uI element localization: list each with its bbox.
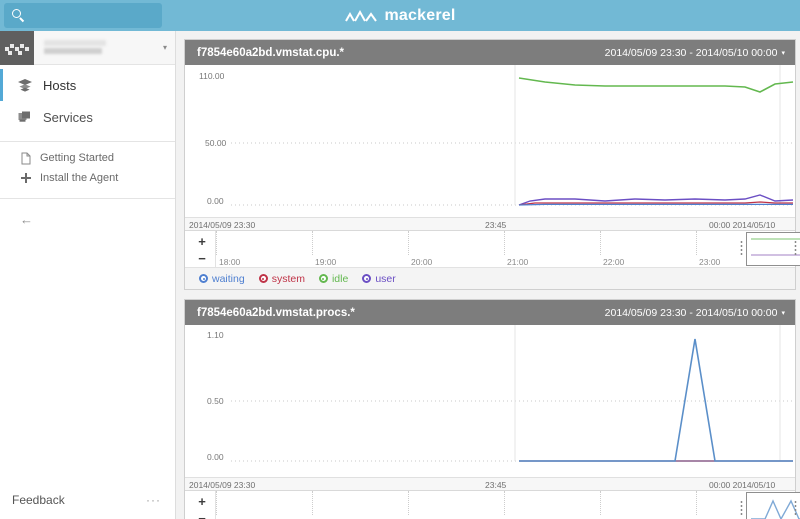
svg-text:0.00: 0.00 — [207, 452, 224, 462]
sidebar-item-label: Services — [43, 109, 93, 125]
svg-text:0.50: 0.50 — [207, 396, 224, 406]
sidebar-item-install-agent[interactable]: Install the Agent — [0, 168, 175, 188]
slider-selection-window[interactable] — [746, 492, 800, 519]
xaxis-label: 00:00 2014/05/10 — [709, 480, 776, 490]
svg-text:0.00: 0.00 — [207, 196, 224, 206]
plus-icon — [20, 172, 34, 185]
slider-handle-right[interactable] — [794, 240, 797, 256]
search-box[interactable] — [4, 3, 162, 28]
sidebar-sub-label: Getting Started — [40, 152, 114, 164]
slider-hour-label: 22:00 — [603, 257, 625, 267]
graph-card-cpu: f7854e60a2bd.vmstat.cpu.* 2014/05/09 23:… — [184, 39, 800, 290]
legend-label: idle — [331, 272, 349, 285]
search-icon — [12, 9, 25, 23]
graph-range-label: 2014/05/09 23:30 - 2014/05/10 00:00 — [604, 46, 778, 59]
slider-handle-left[interactable] — [740, 240, 743, 256]
legend-label: user — [375, 272, 396, 285]
layers-icon — [17, 77, 35, 93]
graph-card-header: f7854e60a2bd.vmstat.procs.* 2014/05/09 2… — [185, 300, 795, 325]
graph-xaxis-cpu: 2014/05/09 23:30 23:45 00:00 2014/05/10 — [185, 217, 795, 230]
zoom-out-button[interactable]: − — [198, 250, 206, 267]
legend-item-system[interactable]: system — [258, 272, 305, 285]
slider-hour-label: 20:00 — [411, 257, 433, 267]
feedback-link[interactable]: Feedback — [12, 493, 65, 507]
graph-card-header: f7854e60a2bd.vmstat.cpu.* 2014/05/09 23:… — [185, 40, 795, 65]
xaxis-label: 00:00 2014/05/10 — [709, 220, 776, 230]
chevron-down-icon[interactable]: ▾ — [155, 43, 175, 52]
zoom-in-button[interactable]: + — [198, 493, 206, 510]
top-bar: mackerel — [0, 0, 800, 31]
legend-label: system — [271, 272, 305, 285]
sidebar-nav: Hosts Services Getting Started Install t… — [0, 65, 175, 229]
sidebar-item-hosts[interactable]: Hosts — [0, 69, 175, 101]
svg-text:1.10: 1.10 — [207, 330, 224, 340]
legend-color-dot — [199, 274, 208, 283]
slider-track[interactable]: 18:00 19:00 20:00 21:00 22:00 23:00 — [215, 231, 800, 268]
slider-handle-right[interactable] — [794, 500, 797, 516]
graph-range-selector[interactable]: 2014/05/09 23:30 - 2014/05/10 00:00 ▾ — [605, 47, 785, 59]
graph-plot-cpu[interactable]: 110.00 50.00 0.00 — [185, 65, 795, 217]
search-input[interactable] — [30, 9, 155, 22]
sidebar-divider — [0, 141, 175, 142]
graph-plot-procs[interactable]: 1.10 0.50 0.00 — [185, 325, 795, 477]
svg-text:110.00: 110.00 — [199, 71, 225, 81]
graph-title: f7854e60a2bd.vmstat.cpu.* — [197, 46, 345, 59]
sidebar: ▾ Hosts Services Getting Started Install… — [0, 30, 176, 519]
legend-item-waiting[interactable]: waiting — [199, 273, 245, 285]
sidebar-item-label: Hosts — [43, 77, 77, 93]
slider-hour-label: 18:00 — [219, 257, 241, 267]
document-icon — [20, 152, 34, 165]
slider-handle-left[interactable] — [740, 500, 743, 516]
mountain-zigzag-icon — [344, 9, 377, 22]
sidebar-item-services[interactable]: Services — [0, 101, 175, 133]
org-selector[interactable]: ▾ — [0, 30, 175, 65]
legend-color-dot — [362, 274, 372, 283]
slider-zoom-controls: + − — [191, 493, 213, 519]
slider-track[interactable]: 18:00 19:00 20:00 21:00 22:00 23:00 — [215, 491, 800, 519]
stack-icon — [17, 109, 35, 125]
org-name — [44, 37, 155, 59]
arrow-left-icon[interactable]: ← — [20, 212, 33, 227]
sidebar-sub-label: Install the Agent — [40, 172, 119, 184]
legend-label: waiting — [212, 272, 245, 285]
sidebar-item-getting-started[interactable]: Getting Started — [0, 148, 175, 168]
sidebar-collapse-row: ← — [0, 198, 175, 229]
more-options-icon[interactable]: ··· — [146, 493, 161, 507]
org-avatar-icon — [0, 30, 34, 65]
brand-name: mackerel — [384, 6, 456, 24]
graph-range-slider-cpu[interactable]: + − 18:00 19:00 20:00 21:00 22:00 23:00 — [185, 230, 800, 268]
graph-range-label: 2014/05/09 23:30 - 2014/05/10 00:00 — [604, 306, 778, 319]
svg-text:50.00: 50.00 — [205, 138, 227, 148]
legend-color-dot — [318, 274, 328, 283]
slider-selection-window[interactable] — [746, 232, 800, 266]
slider-hour-label: 19:00 — [315, 257, 337, 267]
slider-hour-label: 23:00 — [699, 257, 721, 267]
chevron-down-icon: ▾ — [781, 49, 785, 57]
mackerel-app: mackerel ▾ Hosts Services Getting Starte… — [0, 0, 800, 519]
sidebar-footer: Feedback ··· — [0, 481, 175, 519]
zoom-in-button[interactable]: + — [198, 233, 206, 250]
graph-legend-cpu: waiting system idle user — [185, 267, 795, 289]
slider-hour-label: 21:00 — [507, 257, 529, 267]
legend-item-idle[interactable]: idle — [318, 272, 349, 285]
xaxis-label: 23:45 — [485, 480, 507, 490]
graph-title: f7854e60a2bd.vmstat.procs.* — [197, 306, 355, 319]
xaxis-label: 2014/05/09 23:30 — [189, 220, 256, 230]
legend-color-dot — [258, 274, 268, 283]
zoom-out-button[interactable]: − — [198, 510, 206, 519]
legend-item-user[interactable]: user — [362, 272, 396, 285]
graph-xaxis-procs: 2014/05/09 23:30 23:45 00:00 2014/05/10 — [185, 477, 795, 490]
graph-card-procs: f7854e60a2bd.vmstat.procs.* 2014/05/09 2… — [184, 299, 800, 519]
slider-zoom-controls: + − — [191, 233, 213, 267]
graph-range-slider-procs[interactable]: + − 18:00 19:00 20:00 21:00 22:00 23:00 — [185, 490, 800, 519]
main-content: f7854e60a2bd.vmstat.cpu.* 2014/05/09 23:… — [176, 31, 800, 519]
graph-range-selector[interactable]: 2014/05/09 23:30 - 2014/05/10 00:00 ▾ — [605, 307, 785, 319]
xaxis-label: 23:45 — [485, 220, 507, 230]
chevron-down-icon: ▾ — [781, 309, 785, 317]
xaxis-label: 2014/05/09 23:30 — [189, 480, 256, 490]
